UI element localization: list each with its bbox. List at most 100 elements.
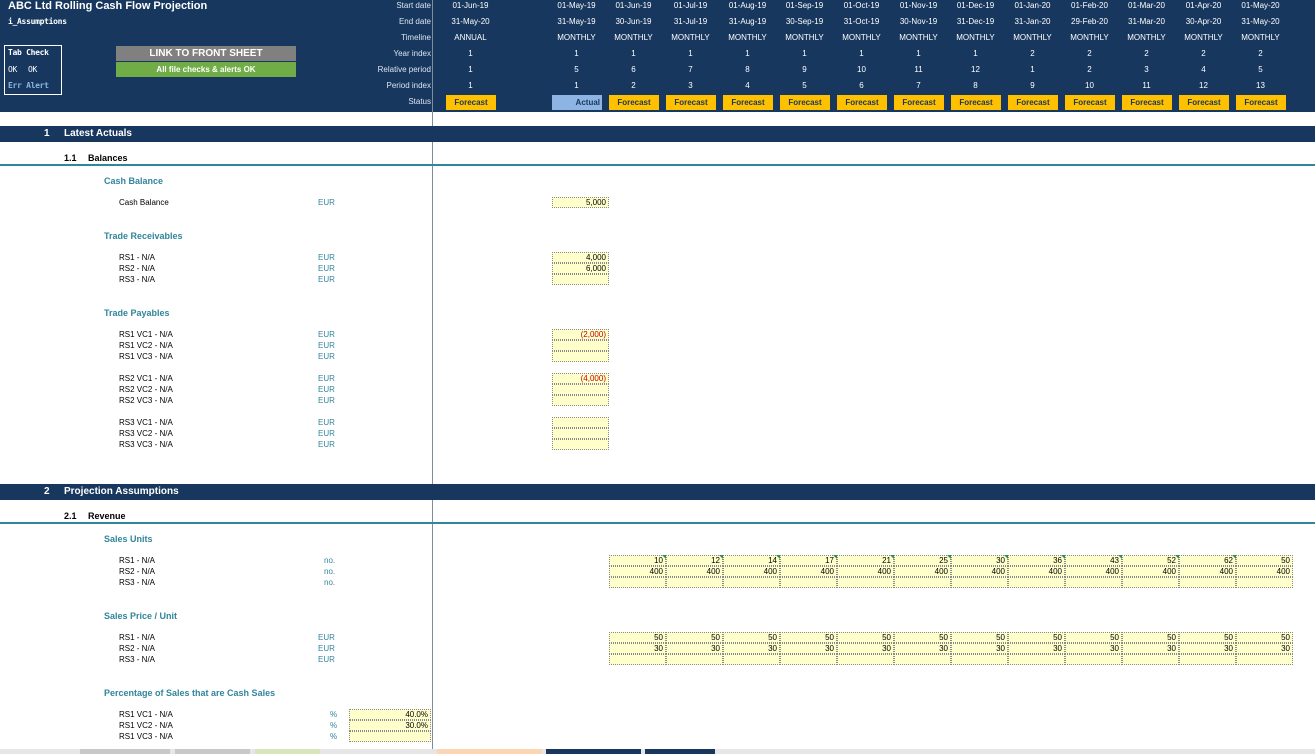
sales-units-input[interactable]: 400 — [1179, 566, 1236, 577]
sales-price-input[interactable] — [666, 654, 723, 665]
sales-price-input[interactable]: 50 — [894, 632, 951, 643]
payable-input[interactable] — [552, 417, 609, 428]
sales-price-input[interactable]: 50 — [780, 632, 837, 643]
sales-units-input[interactable] — [723, 577, 780, 588]
sales-units-input[interactable]: 12 — [666, 555, 723, 566]
receivable-input[interactable]: 4,000 — [552, 252, 609, 263]
sales-units-input[interactable] — [666, 577, 723, 588]
sales-price-input[interactable]: 50 — [1236, 632, 1293, 643]
sales-price-input[interactable]: 30 — [609, 643, 666, 654]
payable-input[interactable] — [552, 384, 609, 395]
sales-price-input[interactable]: 50 — [1122, 632, 1179, 643]
sales-price-input[interactable] — [837, 654, 894, 665]
sales-units-input[interactable]: 400 — [1008, 566, 1065, 577]
sales-units-input[interactable]: 400 — [609, 566, 666, 577]
sales-units-input[interactable] — [951, 577, 1008, 588]
sales-price-input[interactable]: 30 — [1122, 643, 1179, 654]
sales-units-input[interactable] — [1236, 577, 1293, 588]
sales-units-input[interactable]: 400 — [951, 566, 1008, 577]
sales-units-input[interactable]: 400 — [837, 566, 894, 577]
payable-input[interactable]: (2,000) — [552, 329, 609, 340]
cash-sales-pct-input[interactable]: 30.0% — [349, 720, 431, 731]
sales-price-input[interactable] — [951, 654, 1008, 665]
payable-input[interactable]: (4,000) — [552, 373, 609, 384]
sales-units-input[interactable]: 10 — [609, 555, 666, 566]
sales-units-input[interactable] — [1065, 577, 1122, 588]
sales-price-input[interactable] — [1008, 654, 1065, 665]
sales-price-input[interactable]: 30 — [894, 643, 951, 654]
sales-units-input[interactable] — [894, 577, 951, 588]
subsection-rule — [0, 164, 1315, 166]
sales-price-input[interactable]: 30 — [1008, 643, 1065, 654]
sales-price-input[interactable]: 50 — [666, 632, 723, 643]
sales-price-input[interactable]: 50 — [609, 632, 666, 643]
sales-units-input[interactable] — [780, 577, 837, 588]
payable-input[interactable] — [552, 340, 609, 351]
sales-units-input[interactable]: 14 — [723, 555, 780, 566]
sales-price-input[interactable]: 30 — [1065, 643, 1122, 654]
sales-units-input[interactable] — [1179, 577, 1236, 588]
sales-units-input[interactable] — [837, 577, 894, 588]
sales-price-input[interactable]: 30 — [780, 643, 837, 654]
sales-price-input[interactable] — [894, 654, 951, 665]
sales-price-input[interactable] — [609, 654, 666, 665]
subsection-revenue: Revenue — [88, 511, 126, 521]
payable-input[interactable] — [552, 351, 609, 362]
sales-price-input[interactable]: 30 — [951, 643, 1008, 654]
receivable-input[interactable] — [552, 274, 609, 285]
sheet-tab[interactable] — [546, 749, 641, 754]
sales-units-input[interactable]: 25 — [894, 555, 951, 566]
payable-input[interactable] — [552, 395, 609, 406]
sales-units-input[interactable]: 30 — [951, 555, 1008, 566]
sales-units-input[interactable]: 62 — [1179, 555, 1236, 566]
cash-balance-input[interactable]: 5,000 — [552, 197, 609, 208]
sales-price-input[interactable]: 30 — [837, 643, 894, 654]
sales-price-input[interactable]: 30 — [666, 643, 723, 654]
sales-units-input[interactable]: 43 — [1065, 555, 1122, 566]
receivable-input[interactable]: 6,000 — [552, 263, 609, 274]
sales-price-input[interactable]: 30 — [1236, 643, 1293, 654]
section-latest-actuals: 1 Latest Actuals — [0, 126, 1315, 142]
sales-price-input[interactable]: 50 — [1179, 632, 1236, 643]
sales-price-input[interactable]: 50 — [951, 632, 1008, 643]
sales-price-input[interactable] — [723, 654, 780, 665]
sales-units-input[interactable]: 50 — [1236, 555, 1293, 566]
sales-price-input[interactable]: 50 — [723, 632, 780, 643]
sheet-tab[interactable] — [175, 749, 250, 754]
sales-units-input[interactable]: 400 — [1122, 566, 1179, 577]
sales-units-input[interactable]: 400 — [1065, 566, 1122, 577]
sales-units-input[interactable]: 400 — [666, 566, 723, 577]
sales-units-input[interactable]: 400 — [780, 566, 837, 577]
payable-input[interactable] — [552, 428, 609, 439]
sales-price-input[interactable] — [1122, 654, 1179, 665]
sales-units-input[interactable]: 21 — [837, 555, 894, 566]
sheet-tab[interactable] — [80, 749, 170, 754]
sheet-tab[interactable] — [645, 749, 715, 754]
sales-units-input[interactable] — [609, 577, 666, 588]
link-to-front-sheet-button[interactable]: LINK TO FRONT SHEET — [116, 46, 296, 61]
sales-price-input[interactable]: 50 — [1065, 632, 1122, 643]
sales-units-input[interactable]: 400 — [894, 566, 951, 577]
sales-units-input[interactable]: 17 — [780, 555, 837, 566]
sales-units-input[interactable]: 36 — [1008, 555, 1065, 566]
payable-input[interactable] — [552, 439, 609, 450]
sales-units-input[interactable]: 400 — [723, 566, 780, 577]
sales-price-input[interactable]: 50 — [837, 632, 894, 643]
sales-price-input[interactable]: 30 — [723, 643, 780, 654]
err-alert-label: Err Alert — [8, 81, 49, 90]
header-cell-period: 9 — [1030, 81, 1035, 90]
sales-price-input[interactable] — [1236, 654, 1293, 665]
sheet-tab-active[interactable] — [437, 749, 542, 754]
sales-price-input[interactable] — [1065, 654, 1122, 665]
sales-units-input[interactable]: 400 — [1236, 566, 1293, 577]
cash-sales-pct-input[interactable] — [349, 731, 431, 742]
sales-price-input[interactable]: 30 — [1179, 643, 1236, 654]
sales-price-input[interactable] — [1179, 654, 1236, 665]
sales-units-input[interactable]: 52 — [1122, 555, 1179, 566]
sales-units-input[interactable] — [1008, 577, 1065, 588]
sales-price-input[interactable]: 50 — [1008, 632, 1065, 643]
cash-sales-pct-input[interactable]: 40.0% — [349, 709, 431, 720]
sales-units-input[interactable] — [1122, 577, 1179, 588]
sheet-tab[interactable] — [255, 749, 320, 754]
sales-price-input[interactable] — [780, 654, 837, 665]
